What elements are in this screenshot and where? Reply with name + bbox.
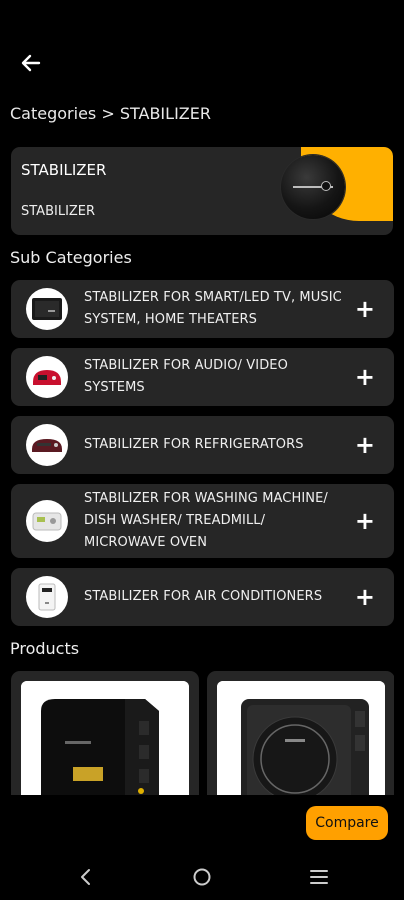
arrow-left-icon: [21, 54, 41, 72]
hero-subtitle: STABILIZER: [21, 204, 96, 219]
black-stabilizer-thumb: [26, 288, 68, 330]
sub-category-label: STABILIZER FOR WASHING MACHINE/ DISH WAS…: [84, 491, 328, 550]
products-heading: Products: [10, 639, 80, 658]
sub-category-list: STABILIZER FOR SMART/LED TV, MUSIC SYSTE…: [11, 280, 394, 636]
sub-category-label: STABILIZER FOR REFRIGERATORS: [84, 437, 304, 452]
nav-menu-icon[interactable]: [304, 862, 334, 892]
back-button[interactable]: [16, 48, 46, 78]
breadcrumb: Categories > STABILIZER: [10, 104, 211, 123]
maroon-stabilizer-thumb: [26, 424, 68, 466]
product-image: [217, 681, 385, 795]
sub-category-label: STABILIZER FOR SMART/LED TV, MUSIC SYSTE…: [84, 290, 342, 327]
hero-title: STABILIZER: [21, 161, 107, 179]
stabilizer-device-image: [281, 155, 345, 219]
sub-category-item[interactable]: STABILIZER FOR SMART/LED TV, MUSIC SYSTE…: [11, 280, 394, 338]
red-stabilizer-thumb: [26, 356, 68, 398]
product-image: [21, 681, 189, 795]
sub-category-label: STABILIZER FOR AIR CONDITIONERS: [84, 589, 323, 604]
white-stabilizer-thumb: [26, 500, 68, 542]
product-card[interactable]: [207, 671, 394, 795]
nav-home-icon[interactable]: [187, 862, 217, 892]
sub-category-item[interactable]: STABILIZER FOR REFRIGERATORS +: [11, 416, 394, 474]
sub-category-label: STABILIZER FOR AUDIO/ VIDEO SYSTEMS: [84, 358, 288, 395]
sub-category-item[interactable]: STABILIZER FOR WASHING MACHINE/ DISH WAS…: [11, 484, 394, 558]
sub-category-item[interactable]: STABILIZER FOR AIR CONDITIONERS +: [11, 568, 394, 626]
nav-back-icon[interactable]: [70, 862, 100, 892]
white-wall-stabilizer-thumb: [26, 576, 68, 618]
plus-icon[interactable]: +: [355, 297, 375, 321]
plus-icon[interactable]: +: [355, 509, 375, 533]
sub-categories-heading: Sub Categories: [10, 248, 132, 267]
product-list: [11, 671, 394, 795]
product-card[interactable]: [11, 671, 199, 795]
plus-icon[interactable]: +: [355, 365, 375, 389]
category-hero-card[interactable]: STABILIZER STABILIZER: [11, 147, 393, 235]
plus-icon[interactable]: +: [355, 433, 375, 457]
plus-icon[interactable]: +: [355, 585, 375, 609]
compare-button[interactable]: Compare: [306, 806, 388, 840]
sub-category-item[interactable]: STABILIZER FOR AUDIO/ VIDEO SYSTEMS +: [11, 348, 394, 406]
system-nav-bar: [0, 852, 404, 900]
